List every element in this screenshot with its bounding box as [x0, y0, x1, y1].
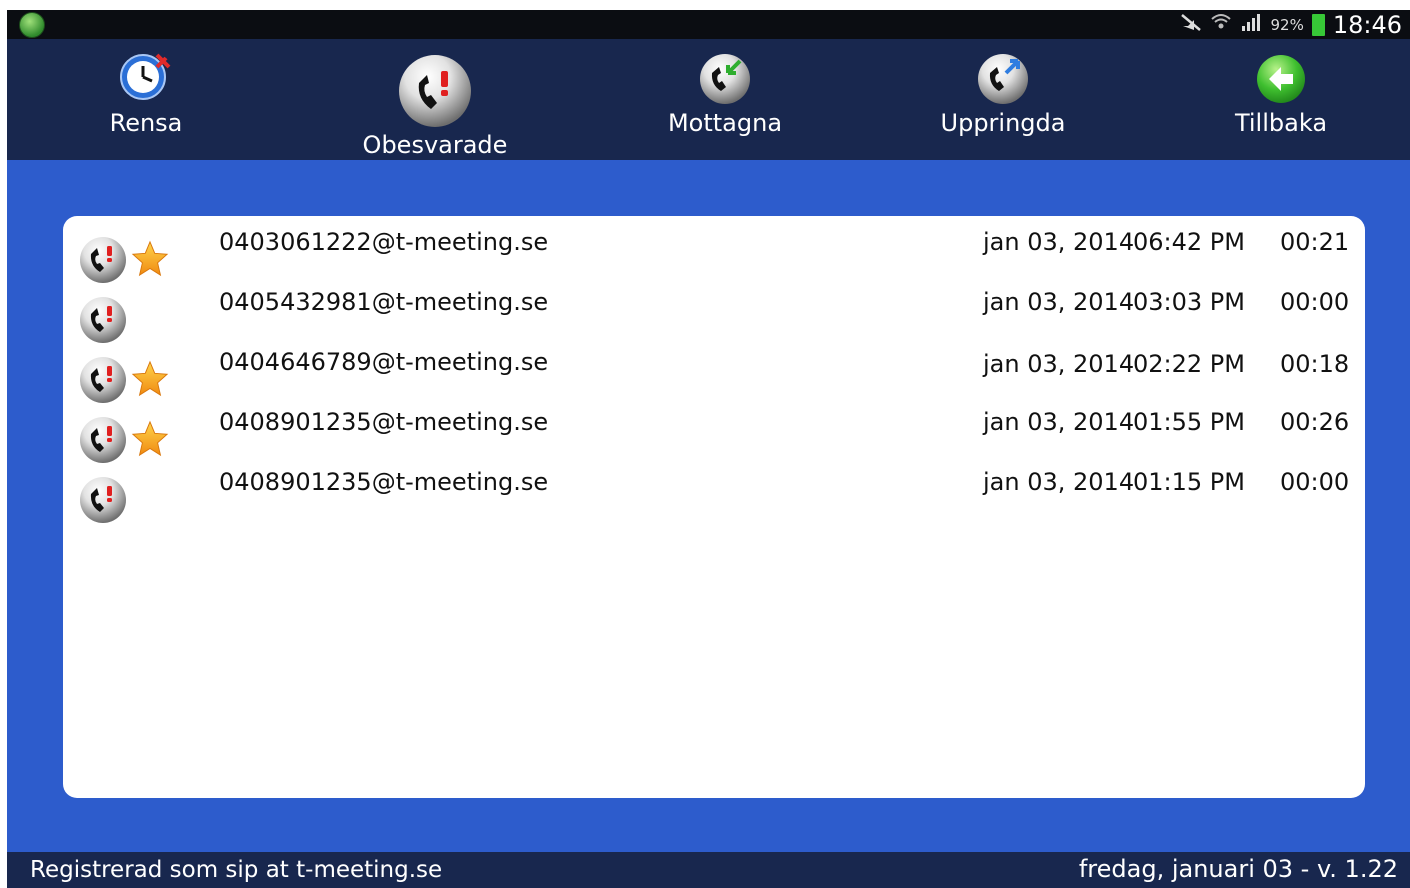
back-arrow-icon: [1257, 55, 1305, 103]
dialed-call-icon: [978, 54, 1028, 104]
call-list: 0403061222@t-meeting.se jan 03, 2014 06:42…: [63, 216, 1365, 798]
missed-call-icon: [80, 477, 126, 523]
call-row[interactable]: 0404646789@t-meeting.se jan 03, 2014 02:22…: [63, 348, 1365, 410]
call-duration: 00:00: [1280, 288, 1350, 316]
call-duration: 00:18: [1280, 350, 1350, 378]
call-time: 02:22 PM: [1133, 350, 1245, 378]
call-date: jan 03, 2014: [983, 408, 1135, 436]
app-notification-icon: [19, 12, 45, 38]
clear-button[interactable]: Rensa: [46, 39, 246, 160]
status-bar: 92% 18:46: [7, 10, 1410, 39]
footer-bar: Registrerad som sip at t-meeting.se fred…: [7, 852, 1410, 888]
call-address: 0403061222@t-meeting.se: [219, 228, 549, 256]
clock: 18:46: [1332, 10, 1402, 39]
star-icon[interactable]: [131, 420, 169, 458]
missed-call-icon: [80, 417, 126, 463]
call-row[interactable]: 0408901235@t-meeting.se jan 03, 2014 01:55…: [63, 408, 1365, 470]
missed-call-icon: [80, 357, 126, 403]
back-button[interactable]: Tillbaka: [1181, 39, 1381, 160]
clear-history-icon: [120, 53, 171, 100]
call-time: 03:03 PM: [1133, 288, 1245, 316]
call-address: 0408901235@t-meeting.se: [219, 468, 549, 496]
battery-icon: [1311, 13, 1325, 36]
received-call-icon: [700, 54, 750, 104]
call-row[interactable]: 0405432981@t-meeting.se jan 03, 2014 03:03…: [63, 288, 1365, 350]
missed-call-icon: [399, 55, 471, 127]
call-row[interactable]: 0408901235@t-meeting.se jan 03, 2014 01:15…: [63, 468, 1365, 530]
signal-icon: [1240, 12, 1262, 37]
call-row[interactable]: 0403061222@t-meeting.se jan 03, 2014 06:42…: [63, 228, 1365, 290]
star-icon[interactable]: [131, 360, 169, 398]
call-time: 01:15 PM: [1133, 468, 1245, 496]
wifi-icon: [1210, 12, 1232, 37]
call-date: jan 03, 2014: [983, 228, 1135, 256]
received-label: Mottagna: [667, 109, 783, 137]
top-toolbar: Rensa Obesvarade Mottagna Uppringda Till…: [7, 39, 1410, 160]
missed-label: Obesvarade: [362, 131, 508, 159]
call-date: jan 03, 2014: [983, 350, 1135, 378]
call-date: jan 03, 2014: [983, 288, 1135, 316]
back-label: Tillbaka: [1234, 109, 1328, 137]
call-date: jan 03, 2014: [983, 468, 1135, 496]
registration-status: Registrerad som sip at t-meeting.se: [30, 857, 443, 883]
call-time: 06:42 PM: [1133, 228, 1245, 256]
missed-tab[interactable]: Obesvarade: [335, 39, 535, 160]
missed-call-icon: [80, 237, 126, 283]
status-indicators: 92% 18:46: [1180, 10, 1402, 39]
call-time: 01:55 PM: [1133, 408, 1245, 436]
received-tab[interactable]: Mottagna: [625, 39, 825, 160]
dialed-tab[interactable]: Uppringda: [903, 39, 1103, 160]
battery-percent: 92%: [1270, 15, 1304, 34]
star-icon[interactable]: [131, 240, 169, 278]
call-duration: 00:00: [1280, 468, 1350, 496]
call-address: 0404646789@t-meeting.se: [219, 348, 549, 376]
clear-label: Rensa: [109, 109, 183, 137]
missed-call-icon: [80, 297, 126, 343]
call-address: 0408901235@t-meeting.se: [219, 408, 549, 436]
call-duration: 00:26: [1280, 408, 1350, 436]
call-duration: 00:21: [1280, 228, 1350, 256]
dialed-label: Uppringda: [940, 109, 1066, 137]
date-version: fredag, januari 03 - v. 1.22: [1078, 855, 1398, 883]
mute-icon: [1180, 12, 1202, 37]
call-address: 0405432981@t-meeting.se: [219, 288, 549, 316]
